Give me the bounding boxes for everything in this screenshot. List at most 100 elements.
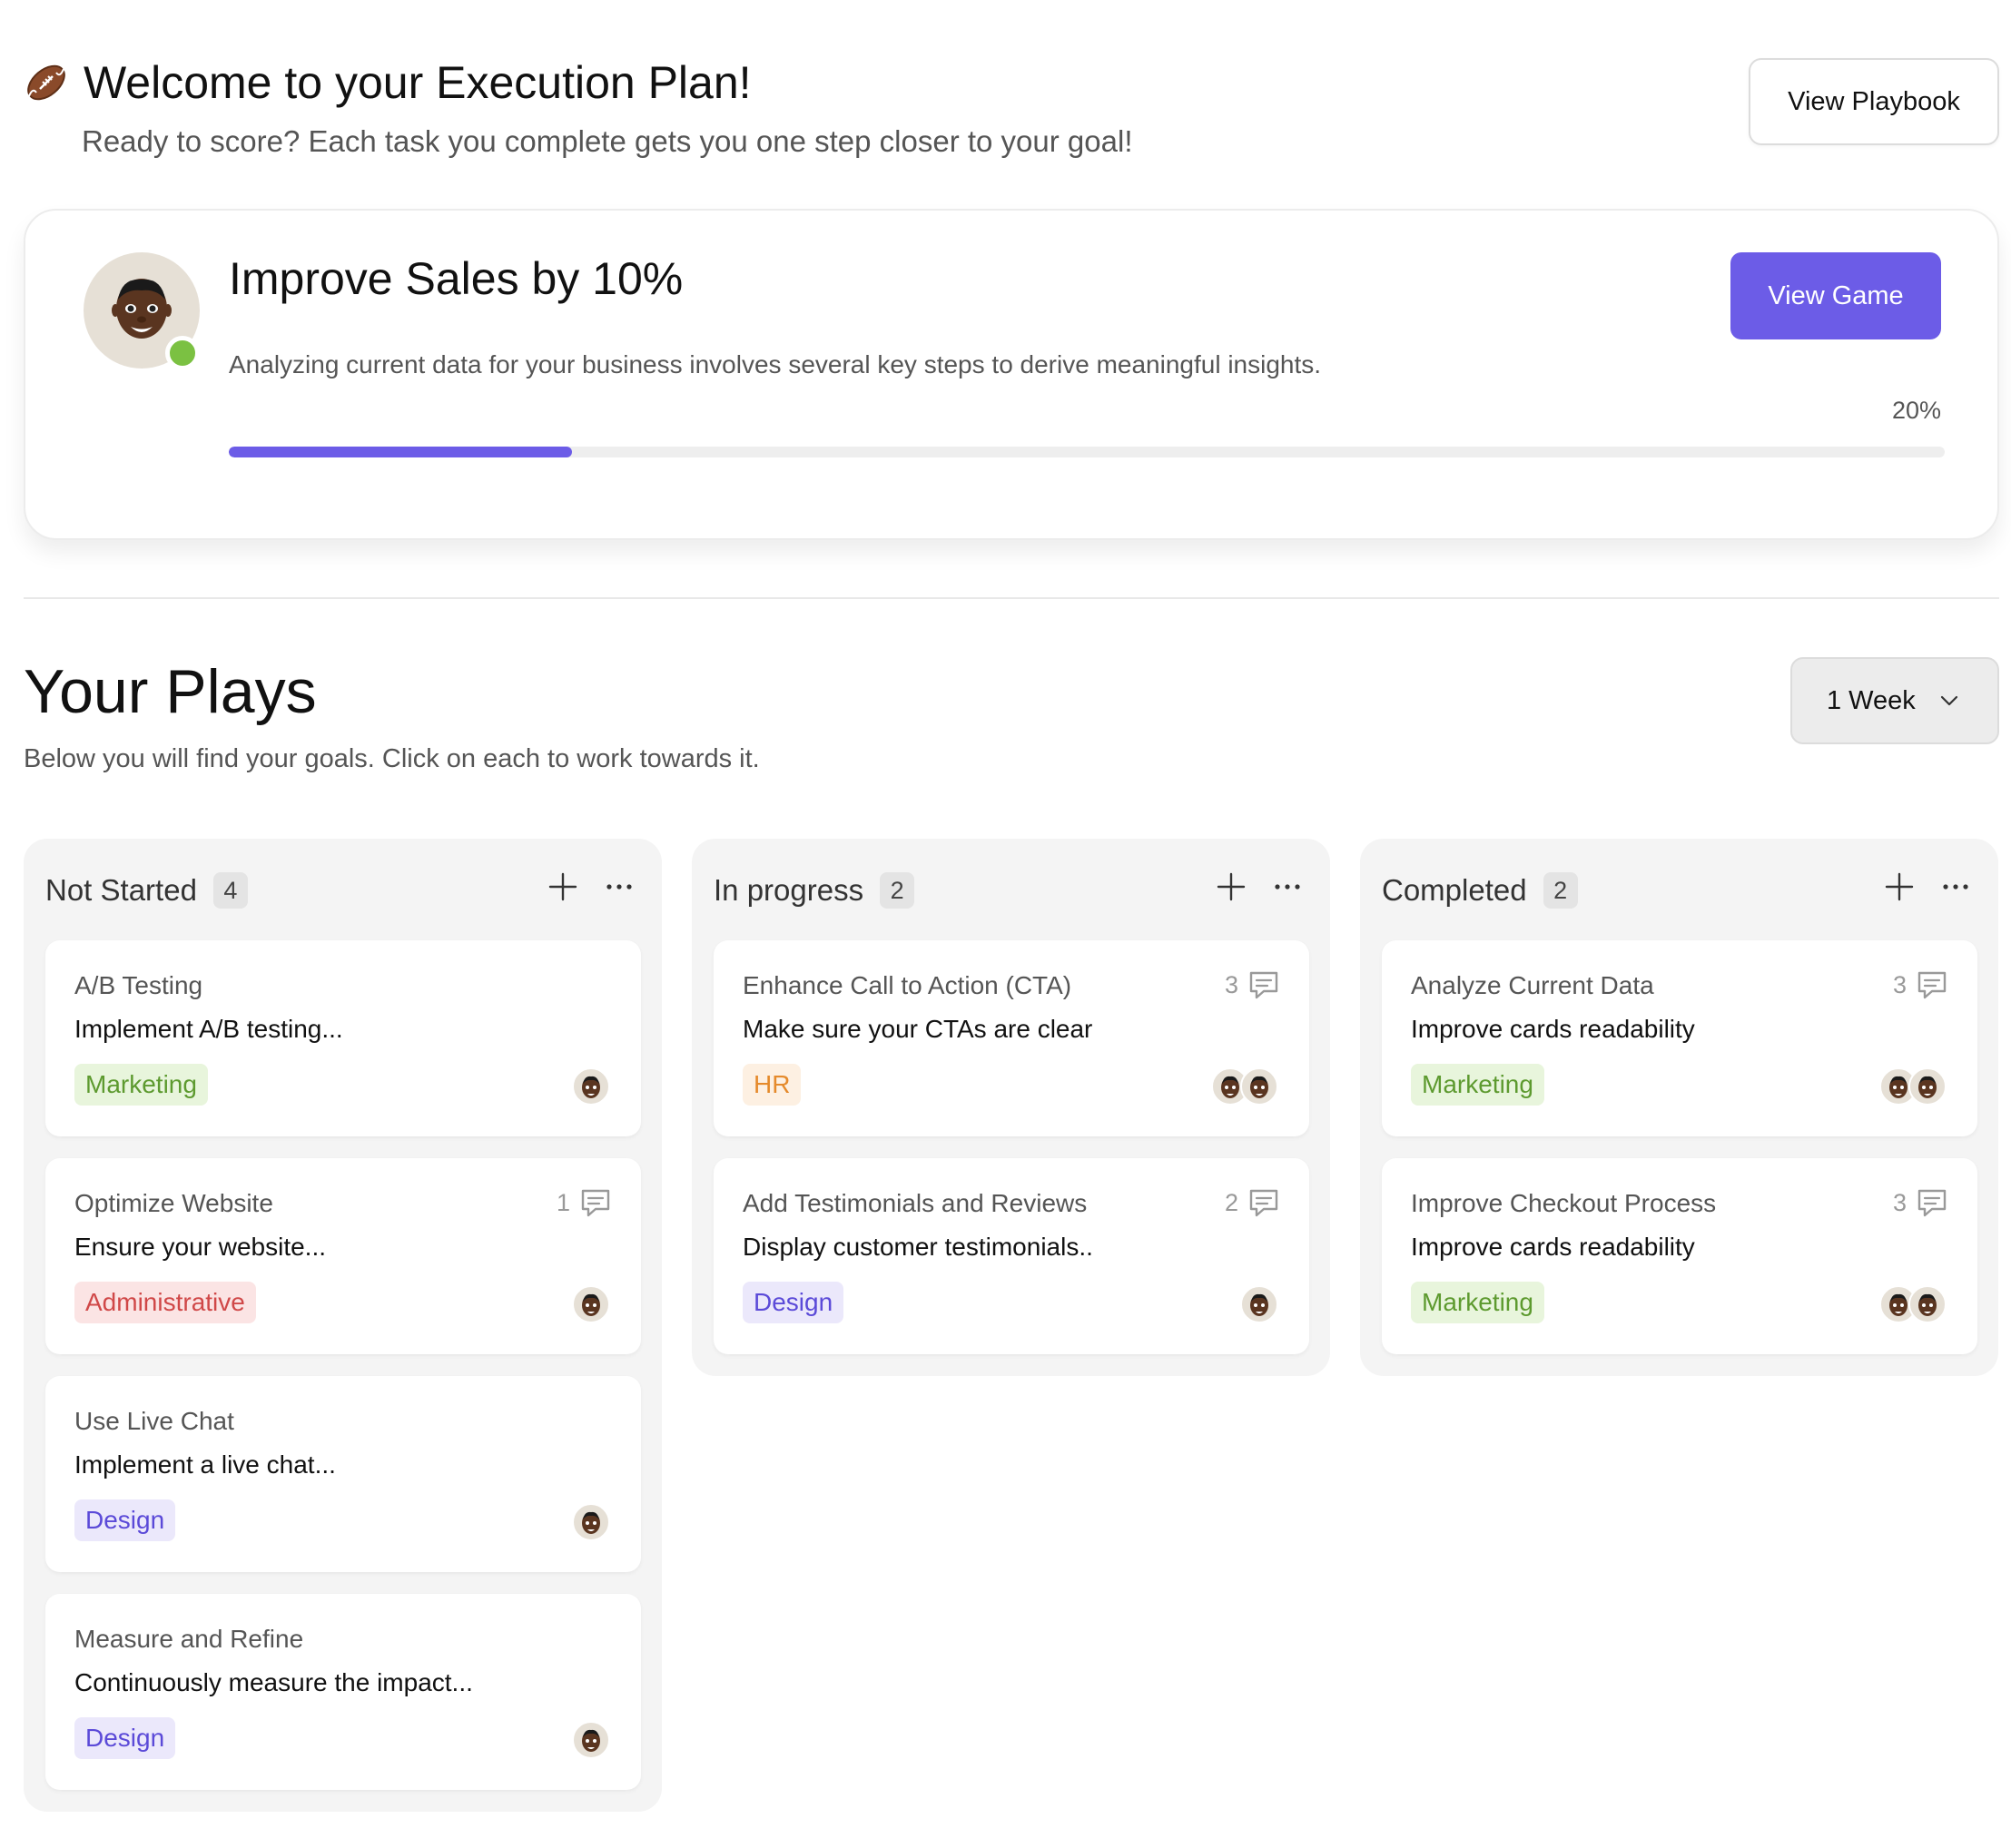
avatar (1908, 1067, 1947, 1106)
comment-icon (1907, 1187, 1948, 1218)
page-subtitle: Ready to score? Each task you complete g… (82, 124, 1133, 158)
column-title: Completed (1382, 873, 1527, 907)
card-description: Improve cards readability (1411, 1015, 1695, 1043)
card-title: Use Live Chat (74, 1407, 234, 1435)
assignee-avatars (572, 1285, 610, 1323)
comment-count[interactable]: 3 (1893, 969, 1948, 1000)
column-header: Not Started 4 (45, 870, 248, 911)
avatar (1908, 1285, 1947, 1323)
plays-title: Your Plays (24, 657, 317, 726)
page-header: Welcome to your Execution Plan! Ready to… (24, 51, 1999, 160)
card-description: Display customer testimonials.. (743, 1233, 1093, 1261)
comment-count[interactable]: 1 (557, 1187, 612, 1218)
football-icon (24, 60, 69, 105)
column-header: Completed 2 (1382, 870, 1578, 911)
card-title: Optimize Website (74, 1189, 273, 1217)
period-select-value: 1 Week (1827, 685, 1916, 715)
card-title: Improve Checkout Process (1411, 1189, 1717, 1217)
more-options-icon[interactable] (1940, 871, 1971, 902)
page-title: Welcome to your Execution Plan! (84, 57, 752, 108)
goal-card[interactable]: Improve Sales by 10% Analyzing current d… (24, 209, 1999, 540)
avatar (572, 1721, 610, 1759)
assignee-avatars (572, 1067, 610, 1106)
tag-badge: HR (743, 1064, 802, 1106)
card-title: Measure and Refine (74, 1625, 304, 1653)
view-game-button[interactable]: View Game (1730, 252, 1941, 339)
assignee-avatars (1211, 1067, 1278, 1106)
task-card[interactable]: Enhance Call to Action (CTA) Make sure yo… (714, 940, 1309, 1136)
avatar (1240, 1285, 1278, 1323)
comment-icon (1238, 1187, 1280, 1218)
assignee-avatars (572, 1721, 610, 1759)
card-description: Improve cards readability (1411, 1233, 1695, 1261)
plays-subtitle: Below you will find your goals. Click on… (24, 744, 760, 773)
tag-badge: Marketing (1411, 1064, 1544, 1106)
tag-badge: Marketing (74, 1064, 208, 1106)
section-divider (24, 597, 1999, 599)
goal-description: Analyzing current data for your business… (229, 350, 1322, 378)
progress-bar-fill (229, 447, 572, 457)
card-description: Implement a live chat... (74, 1450, 336, 1479)
comment-icon (1907, 969, 1948, 1000)
column-not-started: Not Started 4 A/B Testing Implement A/B tes… (24, 839, 662, 1812)
period-select[interactable]: 1 Week (1790, 657, 1999, 744)
task-card[interactable]: Optimize Website Ensure your website... Ad… (45, 1158, 641, 1354)
tag-badge: Design (74, 1717, 176, 1759)
comment-count-value: 3 (1892, 1188, 1907, 1216)
assignee-avatars (1240, 1285, 1278, 1323)
avatar (572, 1067, 610, 1106)
column-in-progress: In progress 2 Enhance Call to Action (CTA)… (692, 839, 1330, 1376)
column-count-badge: 4 (212, 872, 248, 909)
column-title: Not Started (45, 873, 197, 907)
card-title: A/B Testing (74, 971, 203, 999)
card-title: Add Testimonials and Reviews (743, 1189, 1088, 1217)
comment-icon (1238, 969, 1280, 1000)
avatar (572, 1285, 610, 1323)
plus-icon[interactable] (1216, 871, 1247, 902)
card-title: Analyze Current Data (1411, 971, 1654, 999)
task-card[interactable]: Add Testimonials and Reviews Display cust… (714, 1158, 1309, 1354)
task-card[interactable]: Measure and Refine Continuously measure t… (45, 1594, 641, 1790)
comment-count-value: 1 (556, 1188, 570, 1216)
goal-title: Improve Sales by 10% (229, 253, 684, 304)
avatar (572, 1503, 610, 1541)
chevron-down-icon (1940, 695, 1957, 706)
plus-icon[interactable] (547, 871, 578, 902)
card-description: Ensure your website... (74, 1233, 327, 1261)
assignee-avatars (1879, 1067, 1947, 1106)
column-count-badge: 2 (1543, 872, 1578, 909)
comment-icon (570, 1187, 612, 1218)
title-row: Welcome to your Execution Plan! (24, 51, 752, 114)
card-title: Enhance Call to Action (CTA) (743, 971, 1072, 999)
comment-count-value: 2 (1224, 1188, 1238, 1216)
tag-badge: Design (743, 1282, 844, 1323)
tag-badge: Marketing (1411, 1282, 1544, 1323)
column-title: In progress (714, 873, 864, 907)
comment-count[interactable]: 2 (1225, 1187, 1280, 1218)
task-card[interactable]: Analyze Current Data Improve cards readab… (1382, 940, 1977, 1136)
more-options-icon[interactable] (1272, 871, 1303, 902)
column-header: In progress 2 (714, 870, 915, 911)
tag-badge: Administrative (74, 1282, 256, 1323)
column-completed: Completed 2 Analyze Current Data Improve ca… (1360, 839, 1998, 1376)
progress-percentage: 20% (1891, 397, 1941, 424)
more-options-icon[interactable] (604, 871, 635, 902)
assignee-avatars (572, 1503, 610, 1541)
online-status-dot (165, 336, 200, 370)
comment-count[interactable]: 3 (1225, 969, 1280, 1000)
card-description: Continuously measure the impact... (74, 1668, 473, 1696)
progress-bar (229, 447, 1945, 457)
comment-count[interactable]: 3 (1893, 1187, 1948, 1218)
task-card[interactable]: Use Live Chat Implement a live chat... Des… (45, 1376, 641, 1572)
view-playbook-button[interactable]: View Playbook (1749, 58, 1999, 145)
task-card[interactable]: Improve Checkout Process Improve cards re… (1382, 1158, 1977, 1354)
comment-count-value: 3 (1224, 970, 1238, 998)
avatar (1240, 1067, 1278, 1106)
tag-badge: Design (74, 1499, 176, 1541)
comment-count-value: 3 (1892, 970, 1907, 998)
column-count-badge: 2 (880, 872, 915, 909)
assignee-avatars (1879, 1285, 1947, 1323)
card-description: Implement A/B testing... (74, 1015, 343, 1043)
task-card[interactable]: A/B Testing Implement A/B testing... Marke… (45, 940, 641, 1136)
plus-icon[interactable] (1884, 871, 1915, 902)
